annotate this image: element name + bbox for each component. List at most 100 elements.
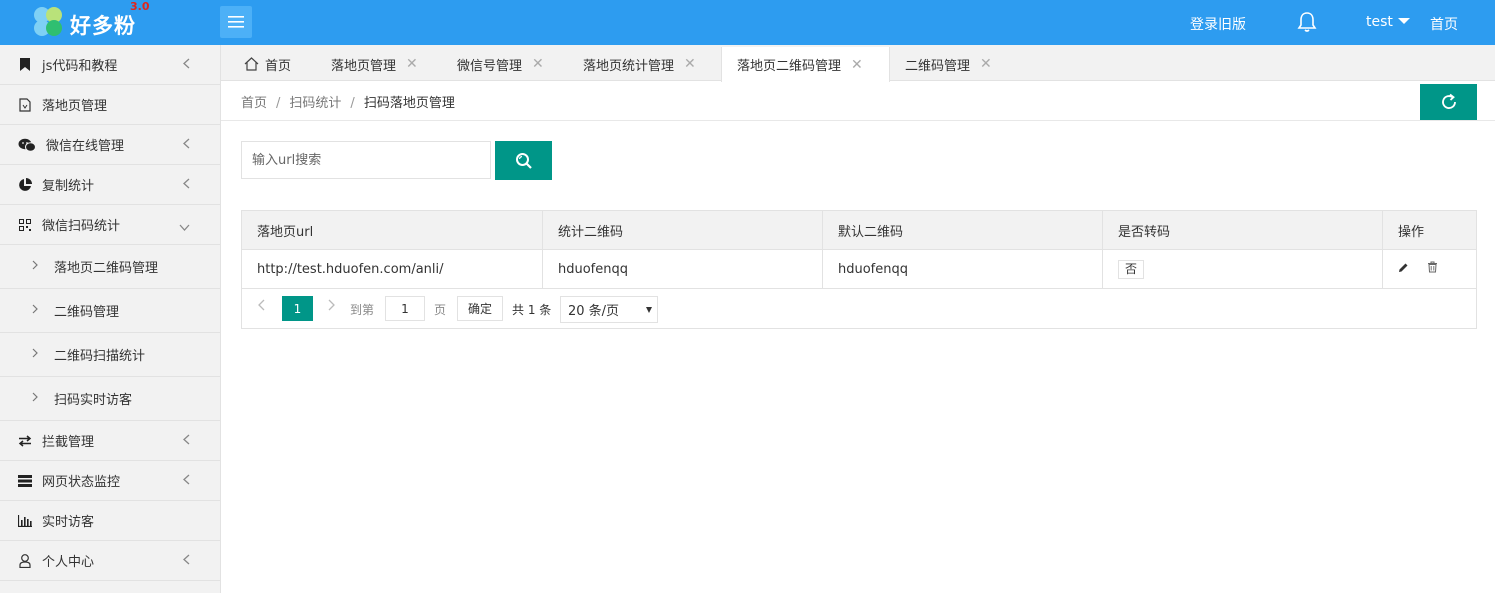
close-icon[interactable]: ✕ (532, 56, 544, 72)
table-header-row: 落地页url 统计二维码 默认二维码 是否转码 操作 (241, 210, 1477, 250)
sidebar-item-wechat-scan-stats[interactable]: 微信扫码统计 (0, 205, 220, 245)
delete-button[interactable] (1427, 261, 1438, 277)
next-page-button[interactable] (328, 299, 335, 314)
refresh-icon (1441, 93, 1456, 109)
sidebar-item-intercept[interactable]: 拦截管理 (0, 421, 220, 461)
tab-label: 落地页二维码管理 (737, 59, 842, 74)
breadcrumb-item[interactable]: 首页 (241, 96, 267, 111)
chevron-left-icon (183, 474, 190, 489)
old-version-link[interactable]: 登录旧版 (1190, 14, 1246, 34)
tab-label: 二维码管理 (905, 58, 971, 74)
sidebar-item-label: 落地页管理 (42, 99, 108, 114)
cell-transcode: 否 (1102, 249, 1383, 289)
edit-button[interactable] (1398, 262, 1409, 277)
chevron-right-icon (32, 303, 38, 318)
search-input[interactable] (241, 141, 491, 179)
column-header[interactable]: 统计二维码 (542, 210, 823, 250)
bookmark-icon (18, 58, 32, 72)
wechat-icon (18, 138, 36, 152)
home-link[interactable]: 首页 (1430, 14, 1458, 34)
sidebar-item-personal-center[interactable]: 个人中心 (0, 541, 220, 581)
close-icon[interactable]: ✕ (980, 56, 992, 72)
table-row: http://test.hduofen.com/anli/ hduofenqq … (241, 249, 1477, 289)
tab-landing-qrcode[interactable]: 落地页二维码管理 ✕ (721, 47, 890, 82)
cell-url: http://test.hduofen.com/anli/ (241, 249, 543, 289)
qrcode-icon (18, 218, 32, 232)
goto-confirm-button[interactable]: 确定 (457, 296, 503, 321)
sidebar-item-label: 微信在线管理 (46, 139, 125, 154)
sidebar-item-label: 个人中心 (42, 555, 95, 570)
top-header: 好多粉 3.0 登录旧版 test 首页 (0, 0, 1495, 45)
tab-label: 首页 (265, 58, 292, 74)
sidebar-item-label: 实时访客 (42, 515, 95, 530)
refresh-button[interactable] (1420, 84, 1477, 120)
menu-toggle-button[interactable] (220, 6, 252, 38)
cell-stat-qrcode: hduofenqq (542, 249, 823, 289)
cell-actions (1382, 249, 1477, 289)
breadcrumb-separator: / (276, 96, 281, 111)
sidebar-subitem-landing-qrcode[interactable]: 落地页二维码管理 (0, 245, 220, 289)
tab-label: 落地页管理 (331, 58, 397, 74)
breadcrumb-current: 扫码落地页管理 (363, 96, 455, 111)
bell-icon (1297, 12, 1317, 32)
chevron-left-icon (258, 299, 265, 311)
sidebar-item-js-code[interactable]: js代码和教程 (0, 45, 220, 85)
current-page[interactable]: 1 (282, 296, 313, 321)
logo[interactable]: 好多粉 3.0 (30, 0, 180, 40)
sidebar-item-label: 拦截管理 (42, 435, 95, 450)
chevron-left-icon (183, 434, 190, 449)
sidebar-item-realtime-visitors[interactable]: 实时访客 (0, 501, 220, 541)
goto-label: 到第 (350, 303, 375, 317)
page-unit-label: 页 (434, 303, 447, 317)
tab-bar: 首页 落地页管理 ✕ 微信号管理 ✕ 落地页统计管理 ✕ 落地页二维码管理 ✕ … (221, 45, 1495, 82)
sidebar-item-web-monitor[interactable]: 网页状态监控 (0, 461, 220, 501)
swap-icon (18, 434, 32, 448)
goto-page-input[interactable]: 1 (385, 296, 425, 321)
hamburger-icon (228, 16, 244, 28)
close-icon[interactable]: ✕ (684, 56, 696, 72)
sidebar-item-landing-page[interactable]: 落地页管理 (0, 85, 220, 125)
prev-page-button[interactable] (258, 299, 265, 314)
close-icon[interactable]: ✕ (406, 56, 418, 72)
search-icon (515, 152, 532, 169)
column-header[interactable]: 操作 (1382, 210, 1477, 250)
sidebar-subitem-scan-realtime[interactable]: 扫码实时访客 (0, 377, 220, 421)
column-header[interactable]: 是否转码 (1102, 210, 1383, 250)
bar-chart-icon (18, 514, 32, 528)
total-count: 共 1 条 (512, 303, 552, 317)
user-menu[interactable]: test (1366, 14, 1410, 30)
sidebar-item-label: 复制统计 (42, 179, 95, 194)
chevron-right-icon (32, 391, 38, 406)
breadcrumb-item[interactable]: 扫码统计 (289, 96, 341, 111)
column-header[interactable]: 默认二维码 (822, 210, 1103, 250)
document-icon (18, 97, 32, 112)
sidebar-subitem-label: 二维码扫描统计 (54, 349, 146, 364)
pagination: 1 到第 1 页 确定 共 1 条 20 条/页 (241, 288, 1477, 329)
tab-qrcode[interactable]: 二维码管理 ✕ (905, 47, 992, 81)
trash-icon (1428, 261, 1438, 273)
sidebar-item-label: 微信扫码统计 (42, 219, 121, 234)
sidebar-subitem-qrcode-scan-stats[interactable]: 二维码扫描统计 (0, 333, 220, 377)
caret-down-icon (1397, 18, 1410, 24)
caret-down-icon (646, 307, 652, 313)
search-button[interactable] (495, 141, 552, 180)
chevron-right-icon (32, 259, 38, 274)
sidebar-item-wechat-online[interactable]: 微信在线管理 (0, 125, 220, 165)
server-icon (18, 474, 32, 488)
tab-wechat-account[interactable]: 微信号管理 ✕ (457, 47, 544, 81)
page-size-select[interactable]: 20 条/页 (560, 296, 658, 323)
sidebar-subitem-qrcode-manage[interactable]: 二维码管理 (0, 289, 220, 333)
logo-version: 3.0 (130, 0, 150, 13)
tab-landing-page[interactable]: 落地页管理 ✕ (331, 47, 418, 81)
notification-button[interactable] (1297, 11, 1317, 37)
column-header[interactable]: 落地页url (241, 210, 543, 250)
page-size-value: 20 条/页 (568, 304, 620, 319)
breadcrumb-separator: / (350, 96, 355, 111)
sidebar-item-copy-stats[interactable]: 复制统计 (0, 165, 220, 205)
chevron-right-icon (328, 299, 335, 311)
tab-home[interactable]: 首页 (244, 47, 291, 81)
close-icon[interactable]: ✕ (851, 57, 863, 73)
tab-landing-stats[interactable]: 落地页统计管理 ✕ (583, 47, 696, 81)
sidebar-item-label: js代码和教程 (42, 59, 118, 74)
data-table: 落地页url 统计二维码 默认二维码 是否转码 操作 http://test.h… (241, 210, 1477, 289)
